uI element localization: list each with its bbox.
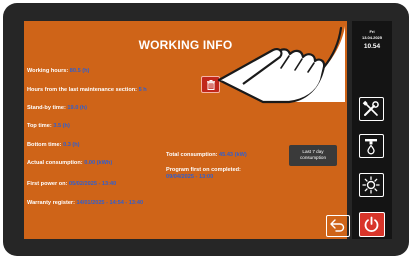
sun-icon bbox=[362, 176, 380, 194]
standby-time-value: 19.0 (h) bbox=[67, 105, 88, 111]
program-first-on-value-row: 09/04/2025 - 13:00 bbox=[166, 174, 213, 180]
lighting-button[interactable] bbox=[359, 173, 384, 197]
standby-time-row: Stand-by time: 19.0 (h) bbox=[27, 105, 87, 111]
power-icon bbox=[364, 216, 379, 232]
back-button[interactable] bbox=[326, 215, 350, 237]
bottom-time-label: Bottom time: bbox=[27, 142, 62, 148]
last-7-day-consumption-button[interactable]: Last 7 day consumption bbox=[289, 145, 337, 166]
standby-time-label: Stand-by time: bbox=[27, 105, 66, 111]
working-hours-value: 80.5 (h) bbox=[69, 68, 90, 74]
maintenance-tools-button[interactable] bbox=[359, 97, 384, 121]
bottom-time-value: 0.3 (h) bbox=[63, 142, 80, 148]
total-consumption-value: 45.43 (kW) bbox=[219, 152, 247, 158]
total-consumption-label: Total consumption: bbox=[166, 152, 218, 158]
pointing-hand-icon bbox=[217, 26, 345, 104]
actual-consumption-label: Actual consumption: bbox=[27, 160, 83, 166]
clock-date: 13.04.2025 bbox=[361, 35, 383, 40]
top-time-label: Top time: bbox=[27, 123, 52, 129]
clock-day: Fri bbox=[369, 29, 375, 34]
water-drain-icon bbox=[365, 139, 377, 155]
back-arrow-icon bbox=[330, 219, 345, 232]
hours-since-maintenance-label: Hours from the last maintenance section: bbox=[27, 87, 138, 93]
first-power-on-value: 05/02/2025 - 13:40 bbox=[68, 181, 117, 187]
bottom-time-row: Bottom time: 0.3 (h) bbox=[27, 142, 80, 148]
top-time-value: 3.5 (h) bbox=[53, 123, 70, 129]
working-hours-row: Working hours: 80.5 (h) bbox=[27, 68, 89, 74]
warranty-register-label: Warranty register: bbox=[27, 200, 75, 206]
hours-since-maintenance-row: Hours from the last maintenance section:… bbox=[27, 87, 147, 93]
drain-button[interactable] bbox=[359, 134, 384, 158]
total-consumption-row: Total consumption: 45.43 (kW) bbox=[166, 152, 247, 158]
first-power-on-row: First power on: 05/02/2025 - 13:40 bbox=[27, 181, 116, 187]
actual-consumption-row: Actual consumption: 0.00 (kWh) bbox=[27, 160, 112, 166]
program-first-on-label: Program first on completed: bbox=[166, 167, 241, 173]
sidebar: Fri 13.04.2025 10.54 bbox=[352, 21, 392, 239]
clock-time: 10.54 bbox=[363, 43, 381, 50]
hours-since-maintenance-value: 5 h bbox=[138, 87, 147, 93]
top-time-row: Top time: 3.5 (h) bbox=[27, 123, 70, 129]
warranty-register-value: 14/01/2025 - 14:54 - 13:40 bbox=[76, 200, 144, 206]
warranty-register-row: Warranty register: 14/01/2025 - 14:54 - … bbox=[27, 200, 143, 206]
power-button[interactable] bbox=[359, 212, 385, 237]
first-power-on-label: First power on: bbox=[27, 181, 68, 187]
working-hours-label: Working hours: bbox=[27, 68, 69, 74]
last-7-day-line2: consumption bbox=[299, 155, 327, 160]
actual-consumption-value: 0.00 (kWh) bbox=[84, 160, 113, 166]
tools-icon bbox=[362, 100, 379, 116]
program-first-on-value: 09/04/2025 - 13:00 bbox=[166, 174, 214, 180]
